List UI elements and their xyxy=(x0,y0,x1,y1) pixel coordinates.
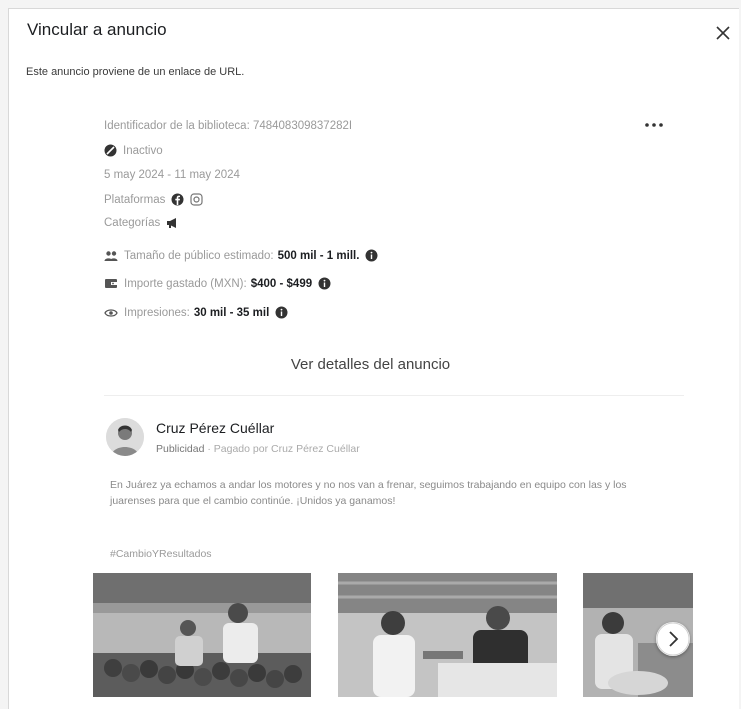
post-text: En Juárez ya echamos a andar los motores… xyxy=(110,479,627,507)
facebook-icon xyxy=(171,193,184,206)
inactive-status-icon xyxy=(104,144,117,157)
divider xyxy=(104,395,684,396)
spend-label: Importe gastado (MXN): xyxy=(124,277,247,290)
avatar[interactable] xyxy=(106,418,144,456)
audience-row: Tamaño de público estimado: 500 mil - 1 … xyxy=(104,249,384,262)
impressions-value: 30 mil - 35 mil xyxy=(193,306,270,319)
dialog-title: Vincular a anuncio xyxy=(27,20,167,39)
more-options-icon[interactable] xyxy=(641,117,667,133)
view-ad-details-link[interactable]: Ver detalles del anuncio xyxy=(0,356,741,373)
status-text: Inactivo xyxy=(123,144,163,157)
library-id: Identificador de la biblioteca: 74840830… xyxy=(104,120,353,132)
categories-label: Categorías xyxy=(104,217,161,229)
audience-value: 500 mil - 1 mill. xyxy=(277,249,360,262)
platforms-label: Plataformas xyxy=(104,193,166,206)
date-range: 5 may 2024 - 11 may 2024 xyxy=(104,169,240,181)
platforms-row: Plataformas xyxy=(104,193,209,206)
categories-row: Categorías xyxy=(104,217,186,229)
dialog-subtitle: Este anuncio proviene de un enlace de UR… xyxy=(26,66,245,78)
info-icon[interactable] xyxy=(275,306,288,319)
info-icon[interactable] xyxy=(318,277,331,290)
impressions-row: Impresiones: 30 mil - 35 mil xyxy=(104,306,294,319)
instagram-icon xyxy=(190,193,203,206)
impressions-label: Impresiones: xyxy=(124,306,190,319)
post-hashtag[interactable]: #CambioYResultados xyxy=(110,548,212,560)
audience-icon xyxy=(104,250,118,261)
close-icon[interactable] xyxy=(712,22,734,44)
post-photo-2[interactable] xyxy=(338,573,557,697)
paid-by-label: · Pagado por Cruz Pérez Cuéllar xyxy=(207,443,360,455)
avatar-image xyxy=(106,418,144,456)
spend-value: $400 - $499 xyxy=(250,277,313,290)
market-photo-2 xyxy=(338,573,557,697)
spend-row: Importe gastado (MXN): $400 - $499 xyxy=(104,277,337,290)
money-icon xyxy=(105,279,118,288)
post-author[interactable]: Cruz Pérez Cuéllar xyxy=(156,420,274,436)
sponsored-label: Publicidad xyxy=(156,443,205,455)
megaphone-icon xyxy=(167,218,177,228)
info-icon[interactable] xyxy=(365,249,378,262)
post-byline: Publicidad · Pagado por Cruz Pérez Cuéll… xyxy=(156,443,360,455)
post-photo-1[interactable] xyxy=(93,573,311,697)
next-arrow-icon[interactable] xyxy=(656,622,690,656)
market-photo-1 xyxy=(93,573,311,697)
status-row: Inactivo xyxy=(104,144,163,157)
eye-icon xyxy=(104,308,118,317)
audience-label: Tamaño de público estimado: xyxy=(124,249,274,262)
